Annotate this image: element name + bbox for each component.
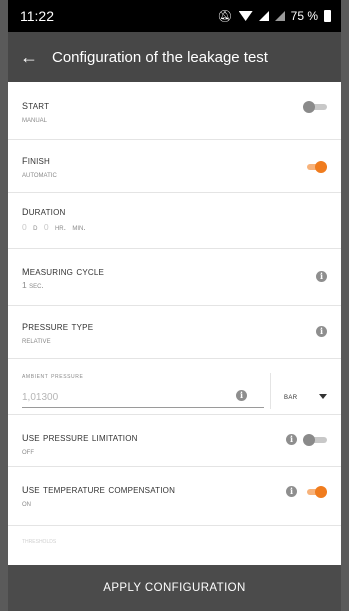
setting-ambient-pressure[interactable]: Ambient pressure 1,01300 i bar [8,359,341,415]
setting-pressure-limitation-title: Use pressure limitation [22,430,138,444]
setting-measuring-cycle-title: Measuring cycle [22,264,105,278]
info-icon[interactable]: i [236,390,247,401]
unit-select-value[interactable]: bar [284,391,298,401]
setting-finish[interactable]: Finish Automatic [8,140,341,193]
setting-finish-value: Automatic [22,169,57,179]
setting-measuring-cycle[interactable]: Measuring cycle 1 Sec. i [8,249,341,306]
settings-list[interactable]: Start Manual Finish Automatic Duration 0… [8,82,341,565]
divider [270,373,271,409]
setting-start-title: Start [22,98,50,112]
info-icon[interactable]: i [316,326,327,337]
pressure-limitation-toggle[interactable] [303,434,327,446]
info-icon[interactable]: i [316,271,327,282]
ambient-pressure-input[interactable]: 1,01300 [22,392,327,403]
apply-configuration-button[interactable]: APPLY CONFIGURATION [8,565,341,611]
phone-screen: 11:22 🔕︎ 75 % ← Configuration of the lea… [8,0,341,611]
status-bar: 11:22 🔕︎ 75 % [8,0,341,32]
setting-pressure-limitation-value: Off [22,446,34,456]
setting-pressure-type[interactable]: Pressure type Relative i [8,306,341,359]
setting-duration[interactable]: Duration 0 D 0 Hr. Min. [8,193,341,249]
finish-toggle[interactable] [303,161,327,173]
battery-icon [324,10,331,22]
start-toggle[interactable] [303,101,327,113]
screen-frame: 11:22 🔕︎ 75 % ← Configuration of the lea… [0,0,349,611]
dropdown-caret-icon[interactable] [319,394,327,399]
setting-temperature-compensation-value: On [22,498,31,508]
setting-pressure-type-title: Pressure type [22,319,94,333]
setting-finish-title: Finish [22,153,51,167]
ambient-pressure-label: Ambient pressure [22,371,84,380]
setting-temperature-compensation[interactable]: Use temperature compensation On i [8,467,341,526]
setting-duration-title: Duration [22,204,66,218]
setting-pressure-type-value: Relative [22,335,51,345]
duration-value[interactable]: 0 D 0 Hr. Min. [22,222,327,232]
page-title: Configuration of the leakage test [52,48,268,66]
signal-icon [258,11,269,21]
setting-temperature-compensation-title: Use temperature compensation [22,482,176,496]
status-time: 11:22 [20,8,54,24]
setting-start[interactable]: Start Manual [8,82,341,140]
status-icons: 🔕︎ 75 % [217,9,331,23]
back-arrow-icon[interactable]: ← [20,47,38,68]
info-icon[interactable]: i [286,434,297,445]
setting-pressure-limitation[interactable]: Use pressure limitation Off i [8,415,341,467]
mute-icon: 🔕︎ [217,9,233,23]
setting-measuring-cycle-value: 1 Sec. [22,280,44,290]
temperature-compensation-toggle[interactable] [303,486,327,498]
battery-percent: 75 % [290,9,318,23]
faded-label: Thresholds [22,538,57,545]
setting-start-value: Manual [22,114,48,124]
wifi-icon [238,11,253,21]
signal-weak-icon [274,11,285,21]
app-bar: ← Configuration of the leakage test [8,32,341,82]
faded-setting-row: Thresholds [8,526,341,565]
input-underline [22,407,264,408]
info-icon[interactable]: i [286,486,297,497]
